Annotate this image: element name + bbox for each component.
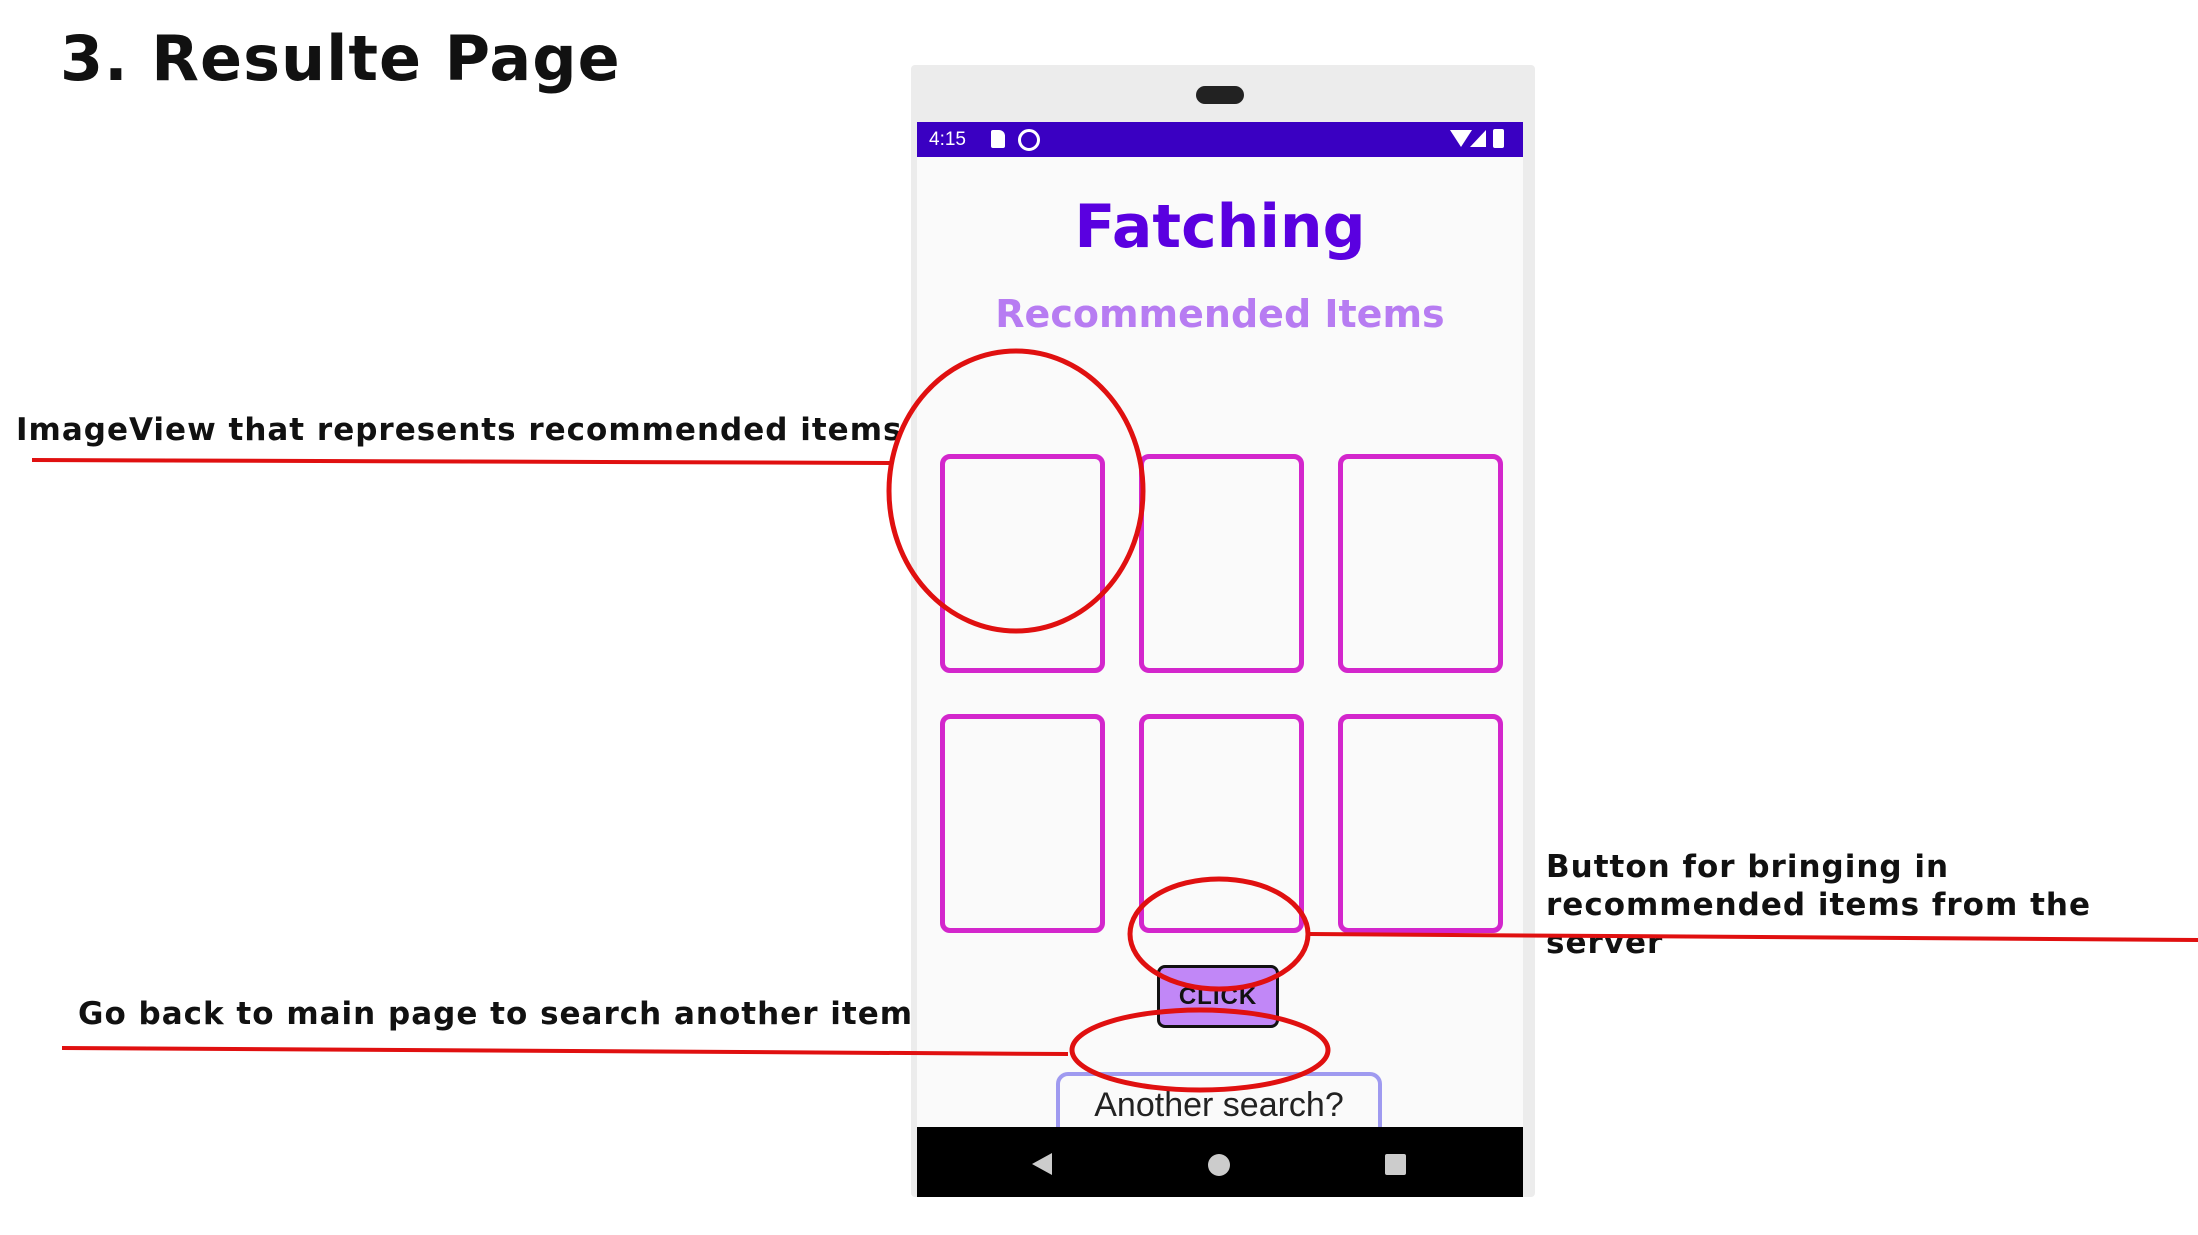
imageview-pointer-line bbox=[31, 458, 891, 465]
go-back-pointer-line bbox=[61, 1046, 1069, 1056]
another-search-highlight-circle bbox=[1069, 1007, 1331, 1093]
click-highlight-circle bbox=[1127, 876, 1311, 992]
annotation-overlay bbox=[31, 348, 2198, 1093]
click-pointer-line bbox=[1309, 932, 2198, 942]
imageview-highlight-circle bbox=[886, 348, 1146, 634]
